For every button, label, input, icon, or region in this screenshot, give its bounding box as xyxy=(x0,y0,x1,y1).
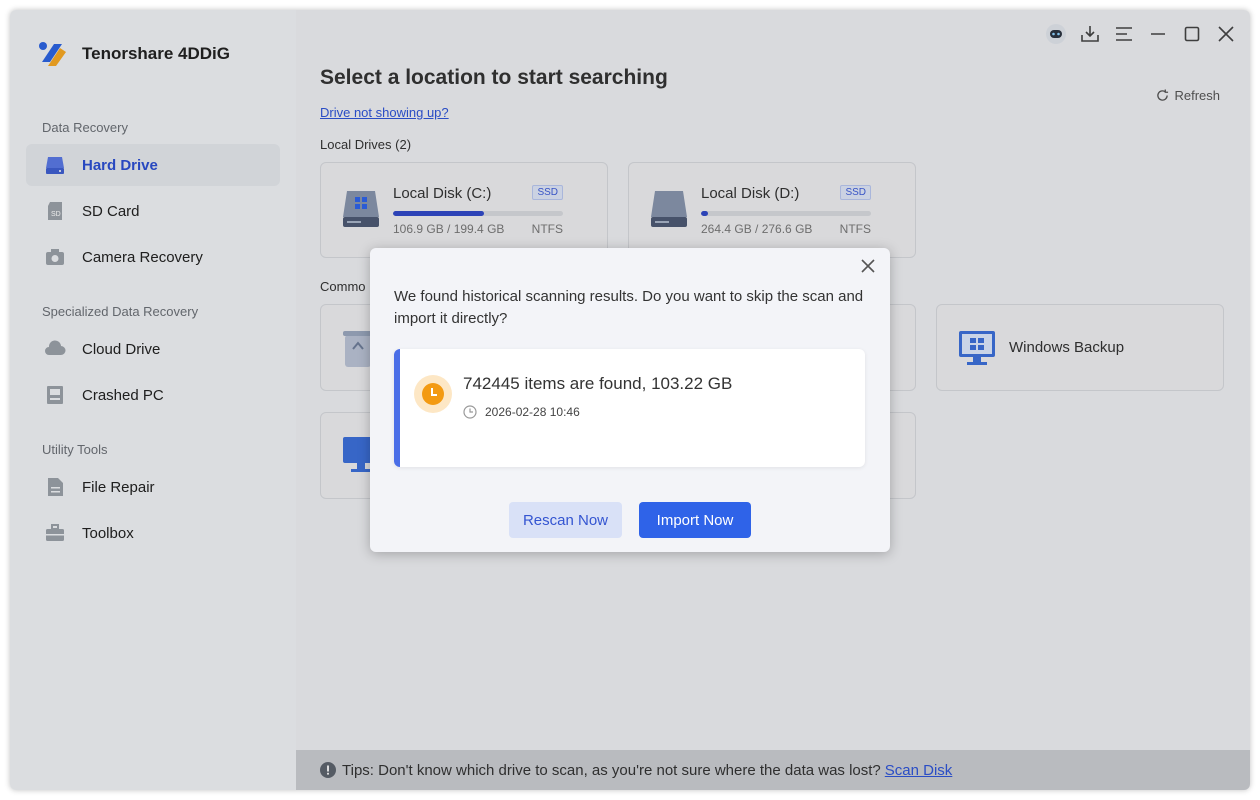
dialog-message: We found historical scanning results. Do… xyxy=(394,288,864,327)
historical-results-dialog: We found historical scanning results. Do… xyxy=(370,248,890,552)
history-clock-icon xyxy=(414,375,452,413)
result-title: 742445 items are found, 103.22 GB xyxy=(463,374,733,393)
app-window: Tenorshare 4DDiG Data Recovery Hard Driv… xyxy=(10,10,1250,790)
scan-result-card: 742445 items are found, 103.22 GB 2026-0… xyxy=(394,349,865,467)
result-time-text: 2026-02-28 10:46 xyxy=(485,405,580,419)
rescan-now-button[interactable]: Rescan Now xyxy=(509,502,622,538)
dialog-close-icon[interactable] xyxy=(858,256,878,276)
result-accent-bar xyxy=(394,349,400,467)
clock-icon xyxy=(463,405,477,419)
import-now-button[interactable]: Import Now xyxy=(639,502,751,538)
result-timestamp: 2026-02-28 10:46 xyxy=(463,405,580,419)
